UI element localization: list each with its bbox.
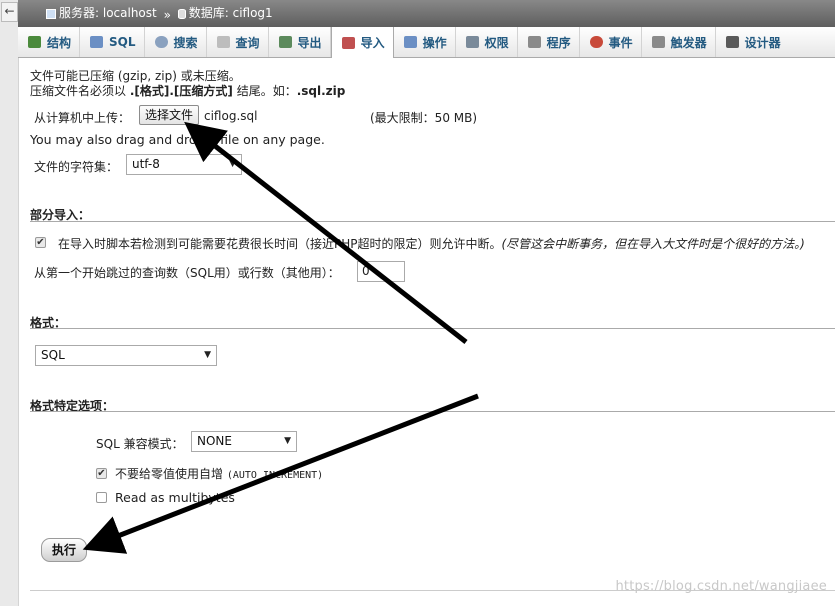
read-multibytes-label: Read as multibytes [115,490,235,505]
sql-compat-select[interactable]: NONE ▼ [191,431,297,452]
collapse-navigation-icon[interactable]: ← [1,2,18,22]
note-format: .[格式].[压缩方式] [129,84,233,98]
tab-designer[interactable]: 设计器 [716,27,789,57]
tab-label: 查询 [235,35,260,50]
breadcrumb-server[interactable]: 服务器: localhost [46,0,157,27]
tab-export[interactable]: 导出 [269,27,331,57]
breadcrumb-separator: » [163,7,171,22]
tab-privileges[interactable]: 权限 [456,27,518,57]
no-auto-value-code: (AUTO_INCREMENT) [226,470,324,481]
note-text: 结尾。如： [232,84,297,98]
watermark: https://blog.csdn.net/wangjiaee [615,579,827,594]
tab-label: 操作 [422,35,447,50]
chosen-file-name: ciflog.sql [204,109,258,123]
chevron-down-icon: ▼ [229,159,236,169]
left-gutter: ← [0,0,19,606]
format-select[interactable]: SQL ▼ [35,345,217,366]
tab-label: 程序 [546,35,571,50]
tab-label: 事件 [608,35,633,50]
read-multibytes-checkbox[interactable] [96,492,107,503]
no-auto-value-checkbox[interactable]: ✔ [96,468,107,479]
structure-icon [28,36,41,48]
no-auto-value-label: 不要给零值使用自增 [115,467,224,481]
note-text: 压缩文件名必须以 [30,84,130,98]
events-icon [589,36,603,48]
operations-icon [403,36,417,48]
tab-events[interactable]: 事件 [580,27,642,57]
database-label[interactable]: 数据库: ciflog1 [189,0,273,27]
no-auto-value-text: 不要给零值使用自增 (AUTO_INCREMENT) [115,465,323,482]
max-upload-limit: (最大限制：50 MB) [370,111,478,125]
tab-query[interactable]: 查询 [207,27,269,57]
format-value: SQL [41,348,65,362]
sql-compat-label: SQL 兼容模式： [96,437,184,451]
database-icon [177,8,186,19]
tab-label: 触发器 [670,35,707,50]
tab-structure[interactable]: 结构 [18,27,81,57]
search-icon [154,36,168,48]
sql-icon [90,36,104,48]
divider [30,411,835,412]
tab-search[interactable]: 搜索 [145,27,207,57]
chevron-down-icon: ▼ [204,350,211,360]
allow-interrupt-note: (尽管这会中断事务，但在导入大文件时是个很好的方法。) [501,237,805,251]
tab-label: 搜索 [173,35,198,50]
triggers-icon [651,36,665,48]
export-icon [278,36,292,48]
tab-label: 设计器 [744,35,781,50]
breadcrumb-database[interactable]: 数据库: ciflog1 [177,0,273,27]
tab-label: 导出 [297,35,322,50]
tab-sql[interactable]: SQL [80,27,145,57]
server-label[interactable]: 服务器: localhost [59,0,157,27]
divider [30,221,835,222]
drag-drop-hint: You may also drag and drop a file on any… [30,132,325,147]
tab-operations[interactable]: 操作 [394,27,456,57]
tab-label: 权限 [484,35,509,50]
tab-label: SQL [109,35,136,49]
skip-queries-input[interactable]: 0 [357,261,405,282]
charset-select[interactable]: utf-8 ▼ [126,154,242,175]
tab-bar: 结构 SQL 搜索 查询 导出 导入 操作 权限 程序 事件 触发器 设计器 [18,27,835,58]
tab-label: 结构 [47,35,72,50]
tab-import[interactable]: 导入 [330,27,394,58]
choose-file-button[interactable]: 选择文件 [139,105,199,125]
compression-naming-note: 压缩文件名必须以 .[格式].[压缩方式] 结尾。如：.sql.zip [30,82,345,99]
breadcrumb: 服务器: localhost » 数据库: ciflog1 [18,0,835,27]
tab-label: 导入 [360,36,385,50]
charset-label: 文件的字符集： [34,160,119,174]
import-form: 文件可能已压缩 (gzip, zip) 或未压缩。 压缩文件名必须以 .[格式]… [18,58,835,606]
allow-interrupt-label: 在导入时脚本若检测到可能需要花费很长时间（接近PHP超时的限定）则允许中断。 [58,237,502,251]
go-button[interactable]: 执行 [41,538,87,562]
tab-routines[interactable]: 程序 [518,27,580,57]
sql-compat-value: NONE [197,434,232,448]
allow-interrupt-text: 在导入时脚本若检测到可能需要花费很长时间（接近PHP超时的限定）则允许中断。(尽… [58,235,805,252]
privileges-icon [465,36,479,48]
divider [30,328,835,329]
designer-icon [725,36,739,48]
skip-queries-label: 从第一个开始跳过的查询数（SQL用）或行数（其他用）： [34,266,340,280]
note-example: .sql.zip [296,84,346,98]
server-icon [46,8,56,19]
import-icon [341,36,355,49]
charset-value: utf-8 [132,157,160,171]
query-icon [216,36,230,48]
tab-triggers[interactable]: 触发器 [642,27,716,57]
upload-label: 从计算机中上传： [34,111,131,125]
allow-interrupt-checkbox[interactable]: ✔ [35,237,46,248]
chevron-down-icon: ▼ [284,436,291,446]
routines-icon [527,36,541,48]
